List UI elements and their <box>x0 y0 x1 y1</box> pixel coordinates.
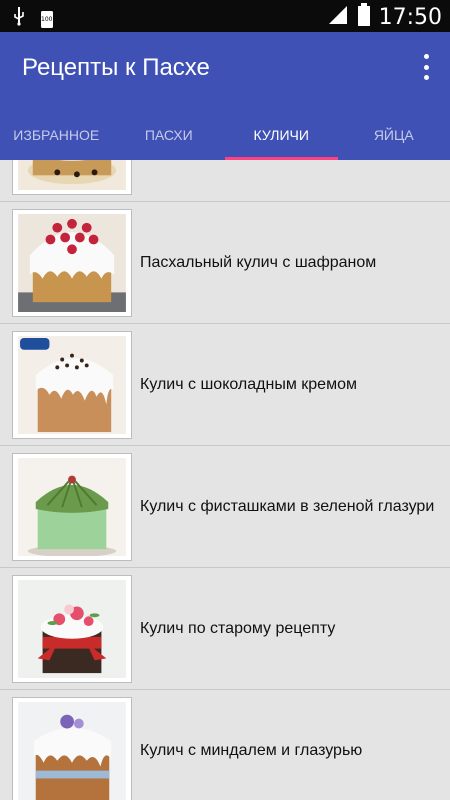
battery-icon <box>357 3 371 32</box>
recipe-title: Кулич с миндалем и глазурью <box>140 741 363 759</box>
list-item[interactable]: Пасхальный кулич с шафраном <box>0 202 450 324</box>
recipe-title: Кулич по старому рецепту <box>140 619 336 637</box>
recipe-title: Кулич с шоколадным кремом <box>140 375 357 393</box>
recipe-thumbnail <box>12 208 132 317</box>
usb-icon <box>12 6 26 31</box>
list-item[interactable]: Кулич с фисташками в зеленой глазури <box>0 446 450 568</box>
recipe-thumbnail <box>12 330 132 439</box>
list-item[interactable] <box>0 160 450 202</box>
recipe-thumbnail <box>12 452 132 561</box>
tab-paskhi[interactable]: ПАСХИ <box>113 110 226 160</box>
app-bar: Рецепты к Пасхе ИЗБРАННОЕ ПАСХИ КУЛИЧИ Я… <box>0 32 450 160</box>
recipe-thumbnail <box>12 160 132 195</box>
recipe-thumbnail <box>12 696 132 800</box>
recipe-title: Пасхальный кулич с шафраном <box>140 253 377 271</box>
tab-favorites[interactable]: ИЗБРАННОЕ <box>0 110 113 160</box>
recipe-title: Кулич с фисташками в зеленой глазури <box>140 497 435 515</box>
tab-bar: ИЗБРАННОЕ ПАСХИ КУЛИЧИ ЯЙЦА <box>0 110 450 160</box>
status-clock: 17:50 <box>378 5 442 30</box>
list-item[interactable]: Кулич с миндалем и глазурью <box>0 690 450 800</box>
list-item[interactable]: Кулич по старому рецепту <box>0 568 450 690</box>
tab-kulichi[interactable]: КУЛИЧИ <box>225 110 338 160</box>
recipe-list[interactable]: Пасхальный кулич с шафраном Кулич с шоко… <box>0 160 450 800</box>
recipe-thumbnail <box>12 574 132 683</box>
signal-icon <box>327 4 349 31</box>
app-title: Рецепты к Пасхе <box>22 54 210 81</box>
tab-eggs[interactable]: ЯЙЦА <box>338 110 450 160</box>
overflow-menu-icon[interactable] <box>420 54 432 80</box>
notification-icon: 100 <box>40 9 54 29</box>
list-item[interactable]: Кулич с шоколадным кремом <box>0 324 450 446</box>
status-bar: 100 17:50 <box>0 0 450 32</box>
